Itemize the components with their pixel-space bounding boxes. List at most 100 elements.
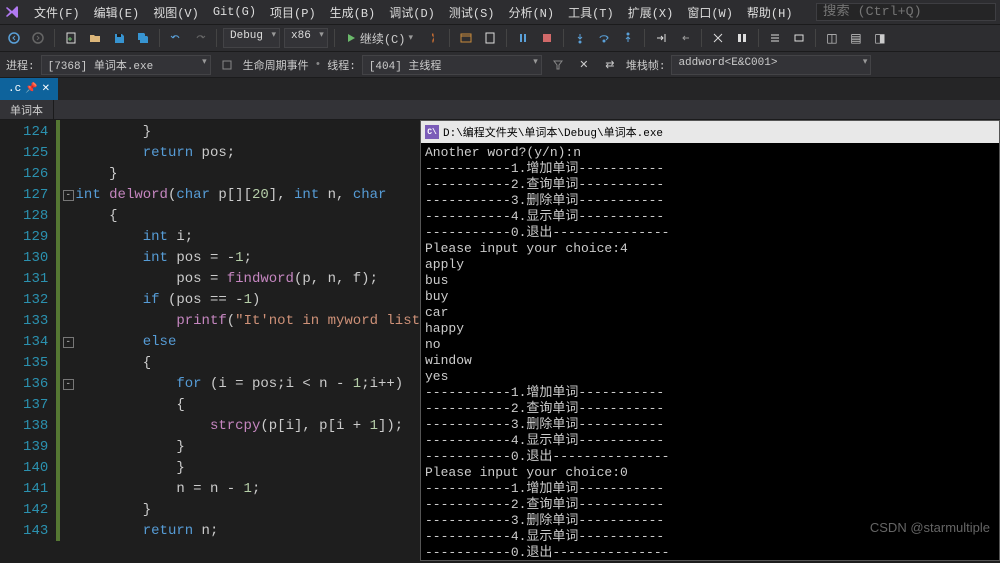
code-line[interactable]: for (i = pos;i < n - 1;i++)	[76, 374, 420, 395]
stop-icon[interactable]	[537, 28, 557, 48]
code-line[interactable]: n = n - 1;	[76, 479, 420, 500]
browser-icon[interactable]	[456, 28, 476, 48]
code-line[interactable]: if (pos == -1)	[76, 290, 420, 311]
line-number: 137	[0, 395, 48, 416]
menu-window[interactable]: 窗口(W)	[681, 2, 739, 23]
step-out-icon[interactable]	[618, 28, 638, 48]
line-number: 126	[0, 164, 48, 185]
separator	[449, 29, 450, 47]
pin-icon[interactable]: 📌	[25, 83, 37, 95]
line-number-gutter: 1241251261271281291301311321331341351361…	[0, 120, 56, 541]
new-file-icon[interactable]	[61, 28, 81, 48]
code-line[interactable]: strcpy(p[i], p[i + 1]);	[76, 416, 420, 437]
fold-toggle-icon[interactable]: -	[63, 337, 74, 348]
undo-icon[interactable]	[166, 28, 186, 48]
process-dropdown[interactable]: [7368] 单词本.exe	[41, 55, 211, 75]
pause-icon[interactable]	[513, 28, 533, 48]
line-number: 134	[0, 332, 48, 353]
code-line[interactable]: }	[76, 458, 420, 479]
line-number: 124	[0, 122, 48, 143]
config-dropdown[interactable]: Debug	[223, 28, 280, 48]
redo-icon[interactable]	[190, 28, 210, 48]
code-line[interactable]: return pos;	[76, 143, 420, 164]
step-over-icon[interactable]	[594, 28, 614, 48]
line-number: 143	[0, 521, 48, 541]
code-line[interactable]: {	[76, 206, 420, 227]
code-line[interactable]: }	[76, 164, 420, 185]
menu-git[interactable]: Git(G)	[207, 3, 262, 21]
tool-icon-5[interactable]: ◫	[822, 28, 842, 48]
secondary-tab[interactable]: 单词本	[0, 100, 54, 120]
tool-icon-3[interactable]	[765, 28, 785, 48]
line-number: 125	[0, 143, 48, 164]
code-line[interactable]: return n;	[76, 521, 420, 541]
separator	[506, 29, 507, 47]
cursor-step-icon[interactable]	[651, 28, 671, 48]
console-app-icon: C\	[425, 125, 439, 139]
tool-icon-1[interactable]	[708, 28, 728, 48]
code-line[interactable]: else	[76, 332, 420, 353]
back-icon[interactable]	[4, 28, 24, 48]
menu-analyze[interactable]: 分析(N)	[502, 2, 560, 23]
stackframe-dropdown[interactable]: addword<E&C001>	[671, 55, 871, 75]
file-tab-active[interactable]: .c 📌 ✕	[0, 78, 58, 100]
platform-dropdown[interactable]: x86	[284, 28, 328, 48]
menu-test[interactable]: 测试(S)	[443, 2, 501, 23]
code-line[interactable]: printf("It'not in myword list	[76, 311, 420, 332]
search-input[interactable]	[816, 3, 996, 21]
thread-label: 线程:	[327, 57, 356, 73]
menu-tools[interactable]: 工具(T)	[562, 2, 620, 23]
continue-label: 继续(C)	[360, 30, 406, 47]
process-label: 进程:	[6, 57, 35, 73]
separator	[563, 29, 564, 47]
forward-icon[interactable]	[28, 28, 48, 48]
menu-view[interactable]: 视图(V)	[147, 2, 205, 23]
open-file-icon[interactable]	[85, 28, 105, 48]
close-icon[interactable]: ✕	[42, 83, 50, 95]
code-editor[interactable]: 1241251261271281291301311321331341351361…	[0, 120, 420, 541]
step-into-icon[interactable]	[570, 28, 590, 48]
fold-toggle-icon[interactable]: -	[63, 190, 74, 201]
separator	[701, 29, 702, 47]
code-line[interactable]: }	[76, 437, 420, 458]
save-all-icon[interactable]	[133, 28, 153, 48]
code-content[interactable]: } return pos; }int delword(char p[][20],…	[76, 120, 420, 541]
hot-reload-icon[interactable]	[423, 28, 443, 48]
menu-debug[interactable]: 调试(D)	[383, 2, 441, 23]
file-tab-bar: .c 📌 ✕	[0, 78, 1000, 100]
tool-icon-2[interactable]	[732, 28, 752, 48]
script-icon[interactable]	[480, 28, 500, 48]
separator	[815, 29, 816, 47]
code-line[interactable]: }	[76, 122, 420, 143]
filter-clear-icon[interactable]: ✕	[574, 55, 594, 75]
file-tab-label: .c	[8, 83, 21, 95]
separator	[54, 29, 55, 47]
fold-toggle-icon[interactable]: -	[63, 379, 74, 390]
code-line[interactable]: int delword(char p[][20], int n, char	[76, 185, 420, 206]
line-number: 141	[0, 479, 48, 500]
toggle-icon[interactable]: ⇄	[600, 55, 620, 75]
code-line[interactable]: int pos = -1;	[76, 248, 420, 269]
save-icon[interactable]	[109, 28, 129, 48]
step-back-icon[interactable]	[675, 28, 695, 48]
menu-extensions[interactable]: 扩展(X)	[622, 2, 680, 23]
menu-build[interactable]: 生成(B)	[324, 2, 382, 23]
code-line[interactable]: {	[76, 353, 420, 374]
menu-help[interactable]: 帮助(H)	[741, 2, 799, 23]
line-number: 133	[0, 311, 48, 332]
tool-icon-6[interactable]: ▤	[846, 28, 866, 48]
code-line[interactable]: int i;	[76, 227, 420, 248]
console-titlebar[interactable]: C\ D:\编程文件夹\单词本\Debug\单词本.exe	[421, 121, 999, 143]
menu-edit[interactable]: 编辑(E)	[88, 2, 146, 23]
code-line[interactable]: }	[76, 500, 420, 521]
lifecycle-icon[interactable]	[217, 55, 237, 75]
tool-icon-7[interactable]: ◨	[870, 28, 890, 48]
filter-icon[interactable]	[548, 55, 568, 75]
code-line[interactable]: pos = findword(p, n, f);	[76, 269, 420, 290]
continue-icon[interactable]: 继续(C)▾	[341, 28, 419, 48]
thread-dropdown[interactable]: [404] 主线程	[362, 55, 542, 75]
code-line[interactable]: {	[76, 395, 420, 416]
menu-project[interactable]: 项目(P)	[264, 2, 322, 23]
menu-file[interactable]: 文件(F)	[28, 2, 86, 23]
tool-icon-4[interactable]	[789, 28, 809, 48]
